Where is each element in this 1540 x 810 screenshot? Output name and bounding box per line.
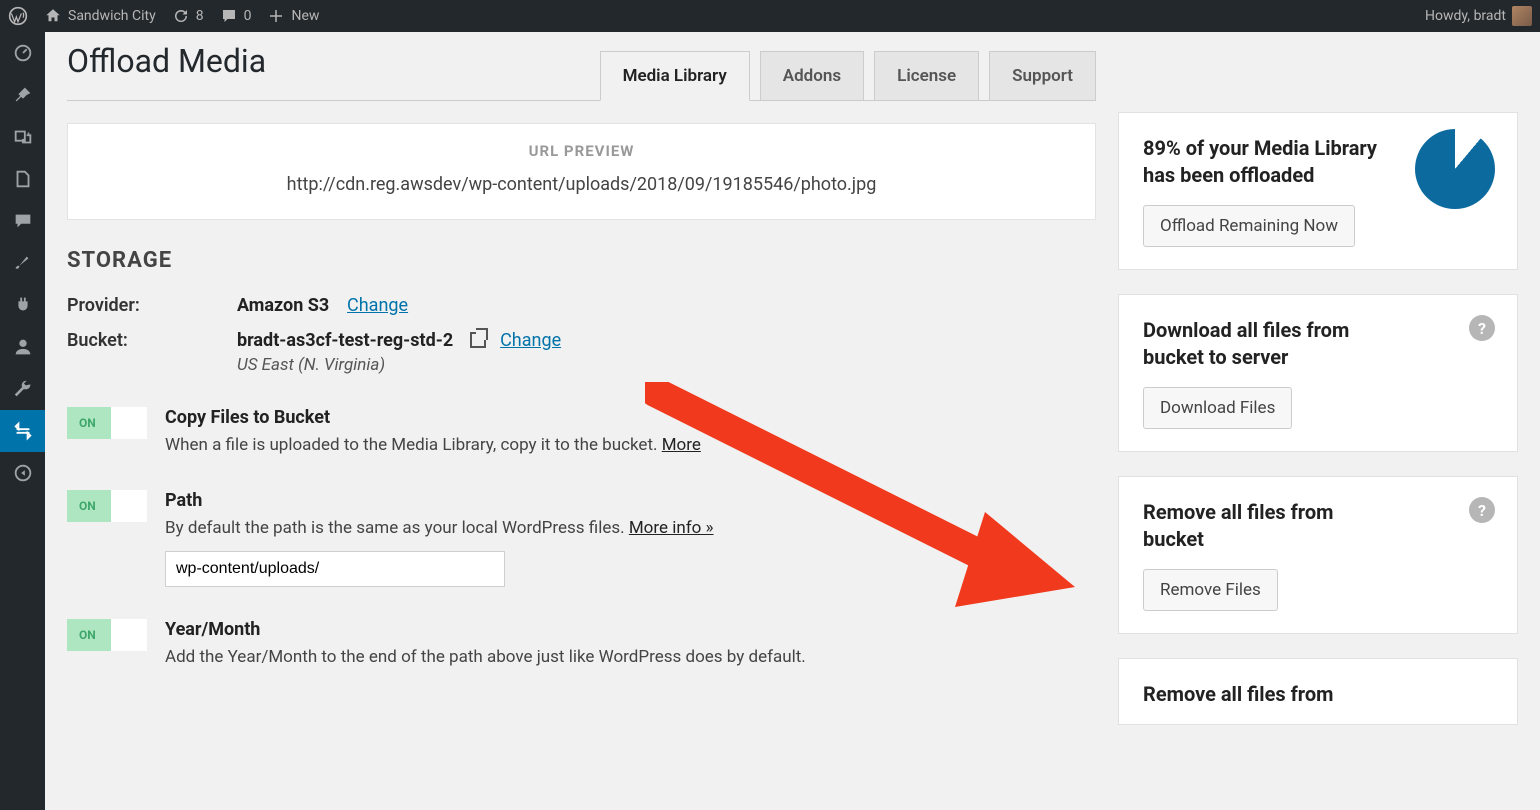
path-input[interactable] <box>165 551 505 587</box>
site-link[interactable]: Sandwich City <box>44 7 156 25</box>
download-files-button[interactable]: Download Files <box>1143 387 1292 429</box>
user-menu[interactable]: Howdy, bradt <box>1425 6 1532 26</box>
howdy-text: Howdy, bradt <box>1425 8 1506 24</box>
admin-sidebar <box>0 32 45 810</box>
sidebar-dashboard[interactable] <box>0 32 45 74</box>
external-link-icon[interactable] <box>470 332 486 348</box>
page-icon <box>12 168 34 190</box>
bucket-label: Bucket: <box>67 330 237 375</box>
download-title: Download all files from bucket to server <box>1143 317 1393 371</box>
url-preview-box: URL PREVIEW http://cdn.reg.awsdev/wp-con… <box>67 123 1096 220</box>
wp-logo-menu[interactable] <box>8 6 28 26</box>
provider-value: Amazon S3 <box>237 295 329 316</box>
sidebar-posts[interactable] <box>0 74 45 116</box>
comment-icon <box>12 210 34 232</box>
sidebar-collapse[interactable] <box>0 452 45 494</box>
pin-icon <box>12 84 34 106</box>
plus-icon <box>267 7 285 25</box>
refresh-icon <box>172 7 190 25</box>
copy-more-link[interactable]: More <box>662 435 701 455</box>
bucket-region: US East (N. Virginia) <box>237 355 561 375</box>
provider-label: Provider: <box>67 295 237 316</box>
sidebar-offload-media[interactable] <box>0 410 45 452</box>
site-name: Sandwich City <box>68 8 156 24</box>
remove2-title: Remove all files from <box>1143 681 1393 708</box>
card-remove2: Remove all files from <box>1118 658 1518 725</box>
avatar <box>1512 6 1532 26</box>
offload-now-button[interactable]: Offload Remaining Now <box>1143 205 1355 247</box>
url-preview-value: http://cdn.reg.awsdev/wp-content/uploads… <box>88 174 1075 195</box>
card-remove: ? Remove all files from bucket Remove Fi… <box>1118 476 1518 634</box>
storage-heading: STORAGE <box>67 248 1096 273</box>
tabs: Media Library Addons License Support <box>600 51 1096 100</box>
tab-license[interactable]: License <box>874 51 979 101</box>
copy-title: Copy Files to Bucket <box>165 407 1096 428</box>
help-icon[interactable]: ? <box>1469 497 1495 523</box>
url-preview-label: URL PREVIEW <box>88 142 1075 160</box>
comments-count: 0 <box>244 8 252 24</box>
remove-files-button[interactable]: Remove Files <box>1143 569 1278 611</box>
tab-media-library[interactable]: Media Library <box>600 51 750 101</box>
toggle-copy-files[interactable]: ON <box>67 407 147 439</box>
collapse-icon <box>12 462 34 484</box>
year-month-title: Year/Month <box>165 619 1096 640</box>
tab-support[interactable]: Support <box>989 51 1096 101</box>
card-offload-status: 89% of your Media Library has been offlo… <box>1118 112 1518 270</box>
home-icon <box>44 7 62 25</box>
setting-path: ON Path By default the path is the same … <box>67 490 1096 587</box>
setting-year-month: ON Year/Month Add the Year/Month to the … <box>67 619 1096 670</box>
help-icon[interactable]: ? <box>1469 315 1495 341</box>
toggle-path[interactable]: ON <box>67 490 147 522</box>
comments-link[interactable]: 0 <box>220 7 252 25</box>
year-month-desc: Add the Year/Month to the end of the pat… <box>165 646 1096 670</box>
copy-desc: When a file is uploaded to the Media Lib… <box>165 434 1096 458</box>
sidebar-media[interactable] <box>0 116 45 158</box>
transfer-icon <box>12 420 34 442</box>
wordpress-icon <box>8 6 28 26</box>
sidebar-plugins[interactable] <box>0 284 45 326</box>
remove-title: Remove all files from bucket <box>1143 499 1393 553</box>
bucket-value: bradt-as3cf-test-reg-std-2 <box>237 330 453 351</box>
toggle-year-month[interactable]: ON <box>67 619 147 651</box>
offload-pie-chart <box>1415 129 1495 209</box>
new-label: New <box>291 8 319 24</box>
provider-row: Provider: Amazon S3 Change <box>67 295 1096 316</box>
setting-copy-files: ON Copy Files to Bucket When a file is u… <box>67 407 1096 458</box>
updates-link[interactable]: 8 <box>172 7 204 25</box>
media-icon <box>12 126 34 148</box>
tab-addons[interactable]: Addons <box>760 51 864 101</box>
brush-icon <box>12 252 34 274</box>
sidebar-comments[interactable] <box>0 200 45 242</box>
new-content-link[interactable]: New <box>267 7 319 25</box>
path-more-link[interactable]: More info » <box>629 518 714 538</box>
offload-status-text: 89% of your Media Library has been offlo… <box>1143 135 1393 189</box>
sidebar-appearance[interactable] <box>0 242 45 284</box>
card-download: ? Download all files from bucket to serv… <box>1118 294 1518 452</box>
wrench-icon <box>12 378 34 400</box>
path-title: Path <box>165 490 1096 511</box>
bucket-row: Bucket: bradt-as3cf-test-reg-std-2 Chang… <box>67 330 1096 375</box>
dashboard-icon <box>12 42 34 64</box>
plug-icon <box>12 294 34 316</box>
path-desc: By default the path is the same as your … <box>165 517 1096 541</box>
updates-count: 8 <box>196 8 204 24</box>
sidebar-tools[interactable] <box>0 368 45 410</box>
change-provider-link[interactable]: Change <box>347 295 408 316</box>
sidebar-users[interactable] <box>0 326 45 368</box>
sidebar-pages[interactable] <box>0 158 45 200</box>
page-title: Offload Media <box>67 42 266 100</box>
admin-bar: Sandwich City 8 0 New Howdy, bradt <box>0 0 1540 32</box>
user-icon <box>12 336 34 358</box>
change-bucket-link[interactable]: Change <box>500 330 561 351</box>
comment-icon <box>220 7 238 25</box>
